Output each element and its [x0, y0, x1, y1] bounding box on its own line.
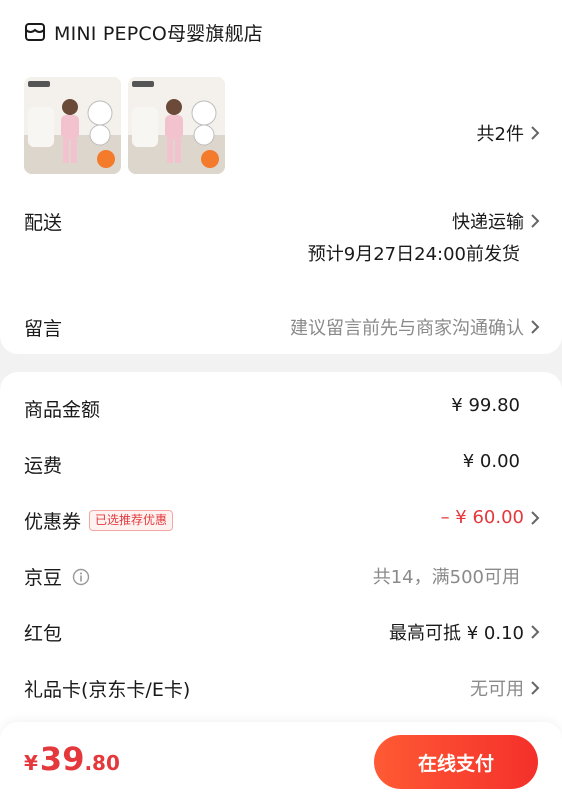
delivery-label: 配送: [24, 212, 63, 234]
item-count-text: 共2件: [476, 124, 524, 145]
total-price: ¥ 39 .80: [24, 740, 120, 778]
shipping-fee-text: ¥ 0.00: [462, 451, 520, 472]
giftcard-value: 无可用: [470, 679, 524, 700]
product-thumbnail[interactable]: [24, 77, 121, 174]
jingdou-label-group: 京豆: [24, 563, 90, 590]
chevron-right-icon: [530, 680, 540, 696]
chevron-right-icon: [530, 624, 540, 640]
goods-amount-text: ¥ 99.80: [451, 395, 520, 416]
coupon-selector[interactable]: – ¥ 60.00: [441, 507, 540, 528]
chevron-right-icon: [530, 125, 540, 141]
coupon-label-group: 优惠券 已选推荐优惠: [24, 507, 174, 534]
goods-amount-label: 商品金额: [24, 399, 101, 421]
giftcard-label: 礼品卡(京东卡/E卡): [24, 679, 191, 701]
total-decimal: .80: [84, 751, 120, 775]
total-integer: 39: [39, 740, 85, 778]
chevron-right-icon: [530, 319, 540, 335]
shipping-fee-value: ¥ 0.00: [463, 451, 520, 472]
redpacket-label: 红包: [24, 623, 63, 645]
chevron-right-icon: [530, 510, 540, 526]
jingdou-text: 共14，满500可用: [372, 567, 520, 588]
giftcard-selector[interactable]: 无可用: [470, 675, 540, 701]
redpacket-selector[interactable]: 最高可抵 ¥ 0.10: [389, 619, 540, 645]
shipping-fee-label: 运费: [24, 455, 63, 477]
message-input[interactable]: 建议留言前先与商家沟通确认: [290, 314, 540, 340]
jingdou-value: 共14，满500可用: [373, 563, 520, 589]
goods-amount-value: ¥ 99.80: [451, 395, 520, 416]
info-icon[interactable]: [72, 568, 90, 586]
product-thumbnail[interactable]: [128, 77, 225, 174]
store-header[interactable]: MINI PEPCO母婴旗舰店: [24, 18, 263, 46]
item-count-link[interactable]: 共2件: [477, 120, 540, 146]
delivery-method: 快递运输: [452, 212, 524, 233]
delivery-estimate-text: 预计9月27日24:00前发货: [307, 244, 520, 265]
currency-symbol: ¥: [24, 751, 38, 775]
coupon-label: 优惠券: [24, 511, 82, 533]
redpacket-value: 最高可抵 ¥ 0.10: [389, 623, 524, 644]
chevron-right-icon: [530, 213, 540, 229]
coupon-value: – ¥ 60.00: [440, 507, 524, 528]
delivery-method-selector[interactable]: 快递运输: [452, 208, 540, 234]
jingdou-label: 京豆: [24, 567, 63, 589]
store-name: MINI PEPCO母婴旗舰店: [54, 22, 263, 45]
coupon-badge: 已选推荐优惠: [89, 510, 174, 531]
order-card: [0, 0, 562, 354]
delivery-estimate: 预计9月27日24:00前发货: [308, 240, 520, 266]
message-label: 留言: [24, 318, 63, 340]
pay-online-button[interactable]: 在线支付: [374, 735, 538, 789]
message-placeholder: 建议留言前先与商家沟通确认: [290, 318, 524, 339]
store-icon: [24, 21, 46, 43]
